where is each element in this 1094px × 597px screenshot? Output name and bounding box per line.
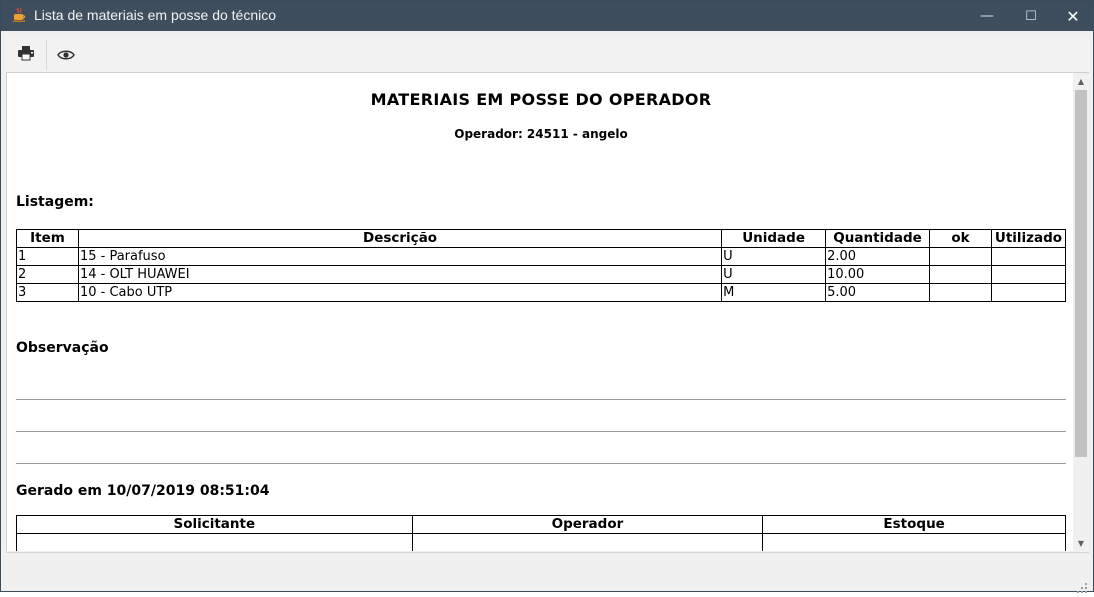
cell-item: 3 (16, 283, 79, 302)
java-cup-icon (11, 7, 27, 23)
resize-grip-icon[interactable] (1077, 578, 1087, 593)
window-title: Lista de materiais em posse do técnico (34, 7, 277, 23)
cell-ok (929, 283, 992, 302)
observation-line (16, 463, 1066, 464)
column-header-quantidade: Quantidade (825, 229, 931, 248)
cell-utilizado (990, 265, 1067, 284)
close-icon: ✕ (1066, 6, 1080, 26)
signature-header-solicitante: Solicitante (16, 515, 413, 534)
cell-utilizado (990, 247, 1067, 266)
vertical-scrollbar[interactable]: ▲ ▼ (1073, 73, 1089, 551)
generated-timestamp: Gerado em 10/07/2019 08:51:04 (16, 483, 270, 499)
signature-header-row: Solicitante Operador Estoque (16, 515, 1066, 534)
report-title: MATERIAIS EM POSSE DO OPERADOR (370, 90, 712, 109)
cell-unidade: U (721, 247, 827, 266)
signature-table: Solicitante Operador Estoque (16, 515, 1066, 551)
signature-cell (16, 533, 413, 551)
listing-heading: Listagem: (16, 194, 94, 210)
table-row: 3 10 - Cabo UTP M 5.00 (16, 283, 1067, 302)
table-row: 1 15 - Parafuso U 2.00 (16, 247, 1067, 266)
signature-header-operador: Operador (411, 515, 764, 534)
toolbar (6, 37, 1089, 73)
cell-descricao: 15 - Parafuso (77, 247, 723, 266)
title-bar[interactable]: Lista de materiais em posse do técnico —… (1, 1, 1093, 31)
cell-descricao: 14 - OLT HUAWEI (77, 265, 723, 284)
cell-unidade: U (721, 265, 827, 284)
cell-quantidade: 5.00 (825, 283, 931, 302)
scroll-thumb[interactable] (1075, 90, 1087, 457)
maximize-icon: ☐ (1025, 8, 1037, 24)
cell-unidade: M (721, 283, 827, 302)
signature-cell (411, 533, 764, 551)
printer-icon (17, 45, 35, 65)
table-row: 2 14 - OLT HUAWEI U 10.00 (16, 265, 1067, 284)
minimize-button[interactable]: — (967, 1, 1007, 31)
operator-line: Operador: 24511 - angelo (454, 127, 628, 141)
minimize-icon: — (980, 8, 994, 24)
status-bar (6, 552, 1089, 593)
close-button[interactable]: ✕ (1053, 1, 1093, 31)
cell-utilizado (990, 283, 1067, 302)
scroll-up-arrow-icon[interactable]: ▲ (1073, 73, 1089, 89)
observation-heading: Observação (16, 340, 109, 356)
eye-icon (57, 46, 75, 65)
observation-line (16, 399, 1066, 400)
cell-item: 1 (16, 247, 79, 266)
signature-header-estoque: Estoque (762, 515, 1066, 534)
column-header-unidade: Unidade (721, 229, 827, 248)
cell-item: 2 (16, 265, 79, 284)
cell-descricao: 10 - Cabo UTP (77, 283, 723, 302)
report-window: Lista de materiais em posse do técnico —… (0, 0, 1094, 593)
column-header-item: Item (16, 229, 79, 248)
preview-button[interactable] (48, 39, 84, 71)
cell-quantidade: 2.00 (825, 247, 931, 266)
column-header-ok: ok (929, 229, 992, 248)
cell-ok (929, 247, 992, 266)
table-header-row: Item Descrição Unidade Quantidade ok Uti… (16, 229, 1067, 248)
materials-table: Item Descrição Unidade Quantidade ok Uti… (16, 229, 1067, 302)
signature-cell (762, 533, 1066, 551)
scroll-down-arrow-icon[interactable]: ▼ (1073, 535, 1089, 551)
observation-line (16, 431, 1066, 432)
report-viewport[interactable]: MATERIAIS EM POSSE DO OPERADOR Operador:… (6, 73, 1074, 551)
maximize-button[interactable]: ☐ (1011, 1, 1051, 31)
toolbar-separator (46, 40, 47, 70)
print-button[interactable] (8, 39, 44, 71)
cell-quantidade: 10.00 (825, 265, 931, 284)
column-header-descricao: Descrição (77, 229, 723, 248)
signature-row (16, 533, 1066, 551)
column-header-utilizado: Utilizado (990, 229, 1067, 248)
cell-ok (929, 265, 992, 284)
